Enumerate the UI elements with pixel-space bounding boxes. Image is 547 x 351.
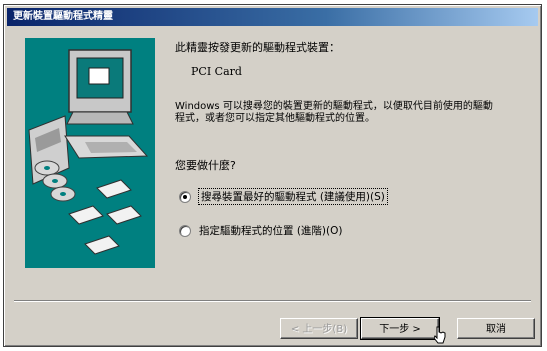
wizard-window: 更新裝置驅動程式精靈 此精靈按發更新的驅動程式裝置： PCI Card Wind… [3, 4, 542, 347]
option-search-best[interactable]: 搜尋裝置最好的驅動程式 (建議使用)(S) [179, 188, 388, 205]
next-button[interactable]: 下一步 > [360, 317, 440, 340]
option-specify-location[interactable]: 指定驅動程式的位置 (進階)(O) [179, 223, 343, 238]
content-area: 此精靈按發更新的驅動程式裝置： PCI Card Windows 可以搜尋您的裝… [175, 39, 515, 237]
radio-specify-location[interactable] [179, 224, 191, 237]
radio-search-best[interactable] [179, 190, 191, 203]
device-name: PCI Card [191, 65, 242, 78]
floppy-disk-icon [68, 179, 142, 255]
cancel-button[interactable]: 取消 [457, 318, 535, 339]
question-label: 您要做什麼? [175, 159, 236, 172]
option-label-specify-location: 指定驅動程式的位置 (進階)(O) [199, 225, 343, 237]
page-heading: 此精靈按發更新的驅動程式裝置： [175, 41, 340, 54]
option-label-search-best: 搜尋裝置最好的驅動程式 (建議使用)(S) [198, 188, 388, 205]
description-text: Windows 可以搜尋您的裝置更新的驅動程式，以便取代目前使用的驅動程式，或者… [175, 101, 493, 124]
cursor-icon [433, 326, 446, 348]
title-bar: 更新裝置驅動程式精靈 [7, 8, 538, 26]
button-separator [14, 300, 531, 302]
wizard-illustration [25, 38, 155, 268]
back-button[interactable]: < 上一步(B) [280, 318, 358, 339]
